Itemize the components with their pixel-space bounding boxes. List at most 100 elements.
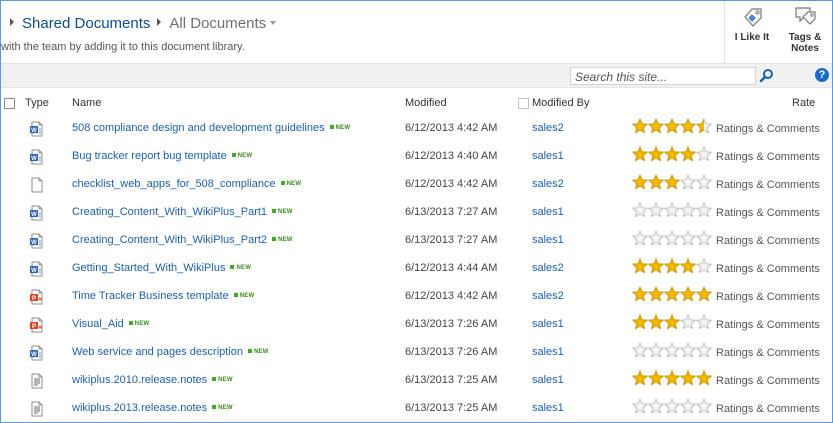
select-all-checkbox[interactable] (4, 98, 15, 109)
document-name-link[interactable]: Creating_Content_With_WikiPlus_Part2 (72, 234, 267, 246)
file-type-cell[interactable]: P (29, 289, 45, 308)
star-rating[interactable] (632, 258, 714, 274)
star-icon[interactable] (632, 202, 649, 218)
document-name-link[interactable]: checklist_web_apps_for_508_compliance (72, 178, 276, 190)
modified-by-link[interactable]: sales1 (532, 402, 564, 414)
i-like-it-button[interactable]: I Like It (726, 5, 778, 43)
modified-by-link[interactable]: sales2 (532, 290, 564, 302)
star-icon[interactable] (663, 398, 681, 414)
modified-by-link[interactable]: sales2 (532, 122, 564, 134)
document-name-link[interactable]: wikiplus.2013.release.notes (72, 402, 207, 414)
file-type-cell[interactable]: W (29, 233, 45, 252)
star-icon[interactable] (679, 174, 697, 190)
star-rating[interactable] (632, 370, 714, 386)
ratings-comments-link[interactable]: Ratings & Comments (716, 207, 820, 219)
star-icon[interactable] (695, 202, 713, 218)
star-icon[interactable] (647, 202, 665, 218)
document-name-link[interactable]: Creating_Content_With_WikiPlus_Part1 (72, 206, 267, 218)
modified-by-link[interactable]: sales2 (532, 178, 564, 190)
ratings-comments-link[interactable]: Ratings & Comments (716, 347, 820, 359)
column-header-rate[interactable]: Rate (792, 97, 815, 109)
table-row[interactable]: wikiplus.2013.release.notes NEW 6/13/2013 … (1, 394, 832, 422)
document-name-link[interactable]: Time Tracker Business template (72, 290, 229, 302)
star-icon[interactable] (632, 398, 649, 414)
star-rating[interactable] (632, 118, 714, 134)
table-row[interactable]: wikiplus.2010.release.notes NEW 6/13/2013 … (1, 366, 832, 394)
star-icon[interactable] (695, 230, 713, 246)
table-row[interactable]: W Getting_Started_With_WikiPlus NEW 6/12/20… (1, 254, 832, 282)
search-button[interactable] (758, 67, 776, 84)
star-icon[interactable] (679, 314, 697, 330)
star-rating[interactable] (632, 230, 714, 246)
file-type-cell[interactable]: W (29, 261, 45, 280)
ratings-comments-link[interactable]: Ratings & Comments (716, 151, 820, 163)
table-row[interactable]: P Time Tracker Business template NEW 6/12/2… (1, 282, 832, 310)
file-type-cell[interactable]: W (29, 345, 45, 364)
ratings-comments-link[interactable]: Ratings & Comments (716, 375, 820, 387)
modified-by-link[interactable]: sales1 (532, 234, 564, 246)
star-icon[interactable] (647, 230, 665, 246)
modified-by-link[interactable]: sales1 (532, 206, 564, 218)
star-rating[interactable] (632, 146, 714, 162)
document-name-link[interactable]: Web service and pages description (72, 346, 243, 358)
ratings-comments-link[interactable]: Ratings & Comments (716, 179, 820, 191)
star-icon[interactable] (647, 342, 665, 358)
star-rating[interactable] (632, 398, 714, 414)
star-rating[interactable] (632, 202, 714, 218)
star-icon[interactable] (647, 398, 665, 414)
star-icon[interactable] (632, 230, 649, 246)
star-rating[interactable] (632, 314, 714, 330)
modified-by-link[interactable]: sales1 (532, 374, 564, 386)
file-type-cell[interactable] (29, 373, 45, 392)
ratings-comments-link[interactable]: Ratings & Comments (716, 319, 820, 331)
star-icon[interactable] (679, 230, 697, 246)
star-icon[interactable] (679, 342, 697, 358)
star-icon[interactable] (632, 342, 649, 358)
help-icon[interactable]: ? (815, 68, 829, 82)
star-rating[interactable] (632, 286, 714, 302)
file-type-cell[interactable]: P (29, 317, 45, 336)
document-name-link[interactable]: Getting_Started_With_WikiPlus (72, 262, 225, 274)
view-selector[interactable]: All Documents (169, 15, 277, 32)
table-row[interactable]: P Visual_Aid NEW 6/13/2013 7:26 AM sales1 Rat… (1, 310, 832, 338)
star-icon[interactable] (695, 342, 713, 358)
document-name-link[interactable]: 508 compliance design and development gu… (72, 122, 325, 134)
modified-by-link[interactable]: sales1 (532, 150, 564, 162)
star-icon[interactable] (679, 398, 697, 414)
star-rating[interactable] (632, 174, 714, 190)
file-type-cell[interactable]: W (29, 149, 45, 168)
modified-by-link[interactable]: sales1 (532, 346, 564, 358)
star-icon[interactable] (663, 230, 681, 246)
search-input[interactable] (571, 69, 755, 85)
ratings-comments-link[interactable]: Ratings & Comments (716, 403, 820, 415)
star-icon[interactable] (695, 174, 713, 190)
ratings-comments-link[interactable]: Ratings & Comments (716, 235, 820, 247)
tags-notes-button[interactable]: Tags & Notes (779, 5, 831, 54)
table-row[interactable]: W Creating_Content_With_WikiPlus_Part1 NEW… (1, 198, 832, 226)
file-type-cell[interactable] (29, 177, 45, 196)
document-name-link[interactable]: wikiplus.2010.release.notes (72, 374, 207, 386)
column-header-name[interactable]: Name (72, 97, 101, 109)
star-icon[interactable] (679, 202, 697, 218)
modified-by-link[interactable]: sales1 (532, 318, 564, 330)
document-name-link[interactable]: Bug tracker report bug template (72, 150, 227, 162)
table-row[interactable]: W 508 compliance design and development g… (1, 114, 832, 142)
star-icon[interactable] (695, 146, 713, 162)
star-icon[interactable] (695, 258, 713, 274)
breadcrumb-library-link[interactable]: Shared Documents (22, 15, 150, 32)
star-rating[interactable] (632, 342, 714, 358)
file-type-cell[interactable] (29, 401, 45, 420)
ratings-comments-link[interactable]: Ratings & Comments (716, 263, 820, 275)
table-row[interactable]: checklist_web_apps_for_508_compliance NEW… (1, 170, 832, 198)
modified-by-filter-checkbox[interactable] (518, 98, 529, 109)
column-header-modified-by[interactable]: Modified By (532, 97, 589, 109)
file-type-cell[interactable]: W (29, 121, 45, 140)
ratings-comments-link[interactable]: Ratings & Comments (716, 123, 820, 135)
star-icon[interactable] (663, 342, 681, 358)
file-type-cell[interactable]: W (29, 205, 45, 224)
modified-by-link[interactable]: sales2 (532, 262, 564, 274)
column-header-modified[interactable]: Modified (405, 97, 447, 109)
star-icon[interactable] (663, 202, 681, 218)
table-row[interactable]: W Creating_Content_With_WikiPlus_Part2 NEW… (1, 226, 832, 254)
table-row[interactable]: W Web service and pages description NEW 6/1… (1, 338, 832, 366)
